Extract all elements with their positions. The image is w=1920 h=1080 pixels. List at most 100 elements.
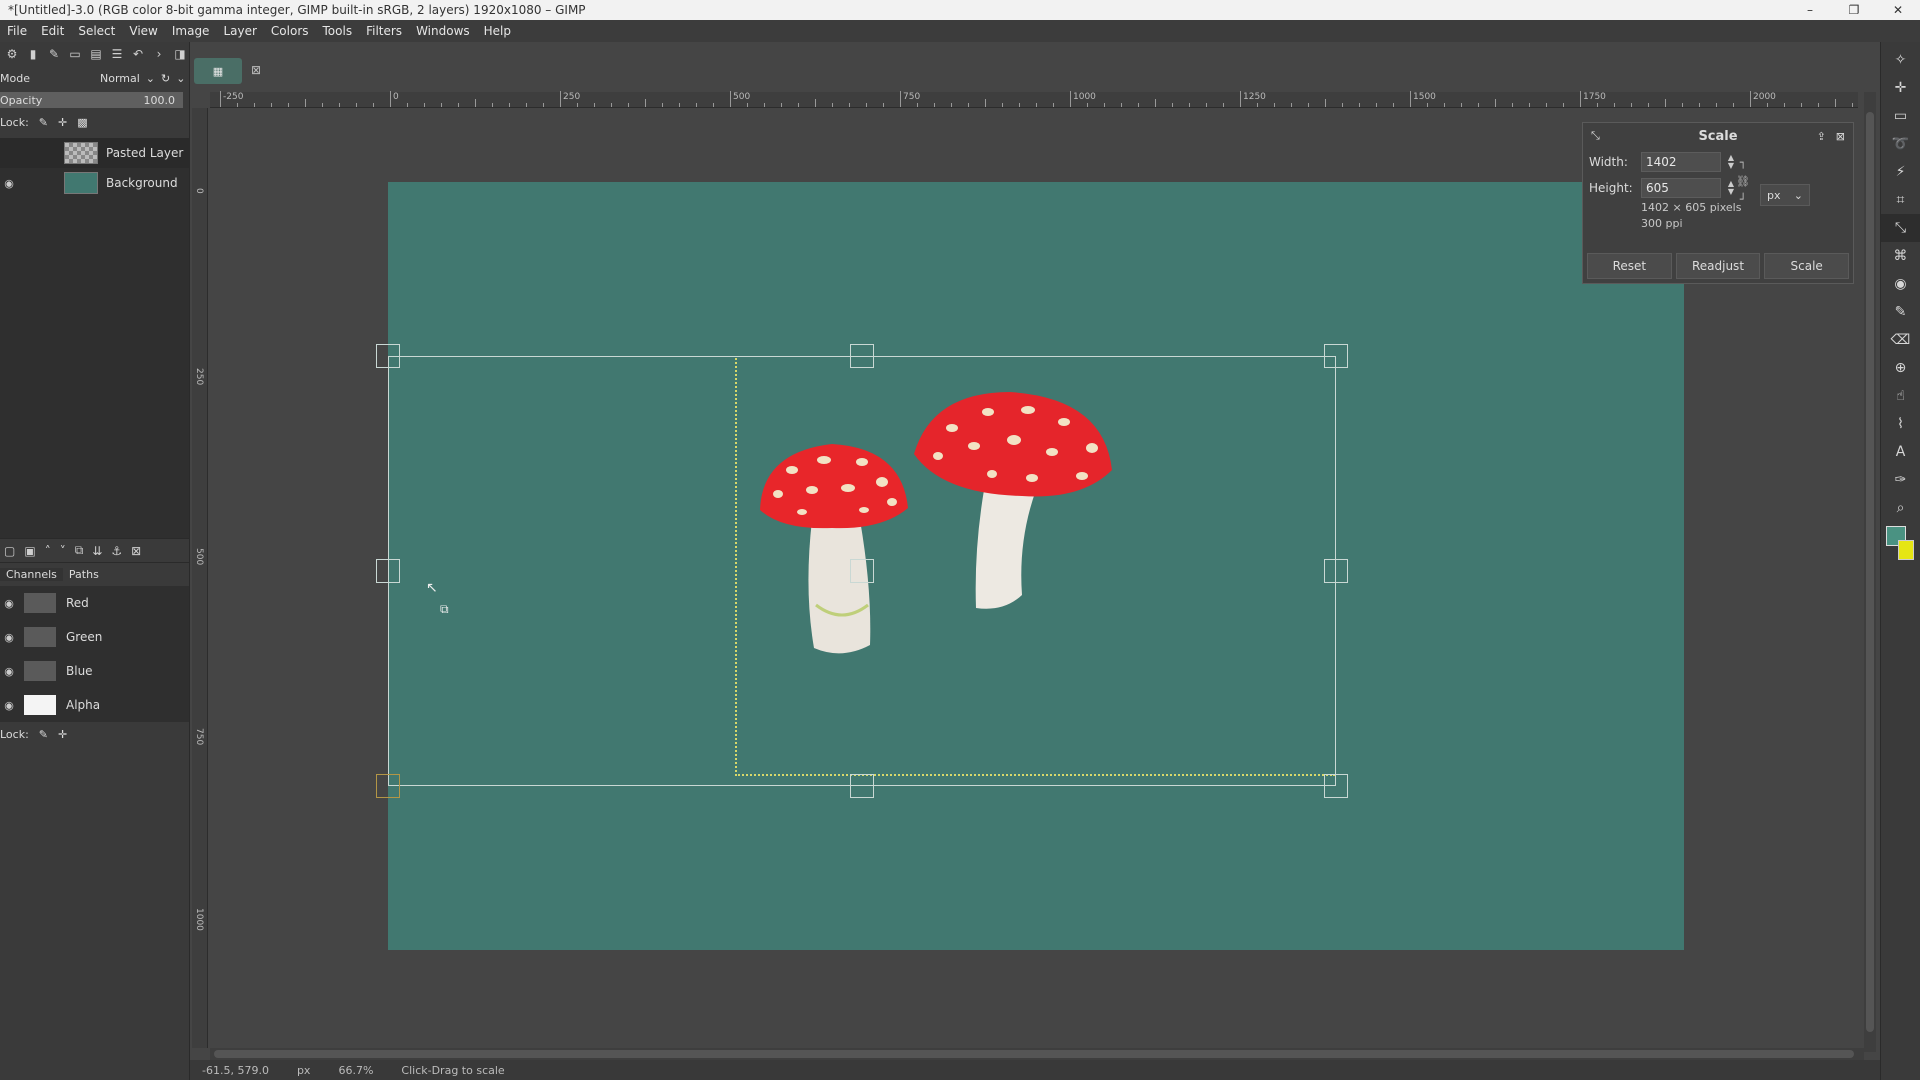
channel-item-blue[interactable]: ◉ Blue — [0, 654, 189, 688]
scale-button[interactable]: Scale — [1764, 253, 1850, 279]
clone-tool-icon[interactable]: ⊕ — [1881, 354, 1920, 382]
lock-position-icon[interactable]: ✛ — [58, 728, 67, 741]
menu-file[interactable]: File — [0, 24, 34, 38]
menu-windows[interactable]: Windows — [409, 24, 477, 38]
anchor-layer-icon[interactable]: ⚓ — [111, 544, 122, 558]
mode-select[interactable]: Normal ⌄ ↻ ⌄ — [100, 72, 185, 85]
lock-pixels-icon[interactable]: ✎ — [39, 116, 48, 129]
lower-layer-icon[interactable]: ˅ — [60, 544, 66, 558]
eye-icon[interactable]: ◉ — [0, 177, 18, 190]
rect-select-tool-icon[interactable]: ▭ — [1881, 102, 1920, 130]
bucket-fill-tool-icon[interactable]: ◉ — [1881, 270, 1920, 298]
gradient-icon[interactable]: ▤ — [88, 46, 104, 62]
ruler-horizontal[interactable]: -250 0 250 500 750 1000 1250 1500 1750 2000 — [210, 91, 1904, 108]
configure-icon[interactable]: ◨ — [172, 46, 188, 62]
crop-tool-icon[interactable]: ⌗ — [1881, 186, 1920, 214]
smudge-tool-icon[interactable]: ☝ — [1881, 382, 1920, 410]
eraser-tool-icon[interactable]: ⌫ — [1881, 326, 1920, 354]
chevron-right-icon[interactable]: › — [151, 46, 167, 62]
tab-paths[interactable]: Paths — [63, 568, 105, 581]
vertical-scrollbar[interactable] — [1864, 92, 1876, 1052]
zoom-tool-icon[interactable]: ⌕ — [1881, 494, 1920, 522]
undo-icon[interactable]: ↶ — [130, 46, 146, 62]
handle-top-center[interactable] — [850, 344, 874, 368]
vertical-scroll-thumb[interactable] — [1866, 112, 1874, 1032]
unit-select[interactable]: px ⌄ — [1760, 184, 1810, 206]
duplicate-layer-icon[interactable]: ⧉ — [75, 543, 84, 558]
minimize-button[interactable]: – — [1788, 0, 1832, 20]
zoom-level[interactable]: 66.7% — [338, 1064, 373, 1077]
channel-item-green[interactable]: ◉ Green — [0, 620, 189, 654]
layer-item-pasted[interactable]: Pasted Layer — [0, 138, 189, 168]
pattern-icon[interactable]: ▭ — [67, 46, 83, 62]
reset-button[interactable]: Reset — [1587, 253, 1672, 279]
new-layer-icon[interactable]: ▣ — [24, 544, 35, 558]
channel-item-red[interactable]: ◉ Red — [0, 586, 189, 620]
tool-options-icon[interactable]: ⚙ — [4, 46, 20, 62]
horizontal-scroll-thumb[interactable] — [214, 1050, 1854, 1058]
height-input[interactable]: 605 — [1641, 178, 1721, 198]
menu-tools[interactable]: Tools — [316, 24, 360, 38]
image-tab[interactable]: ▦ — [194, 58, 242, 84]
scale-tool-icon[interactable]: ⤡ — [1881, 214, 1920, 242]
eye-icon[interactable]: ◉ — [0, 631, 18, 644]
handle-center[interactable] — [850, 559, 874, 583]
close-icon[interactable]: ⊠ — [1836, 130, 1845, 143]
ruler-vertical[interactable]: 0 250 500 750 1000 — [192, 108, 208, 1048]
menu-select[interactable]: Select — [71, 24, 122, 38]
width-input[interactable]: 1402 — [1641, 152, 1721, 172]
menu-layer[interactable]: Layer — [216, 24, 263, 38]
handle-middle-right[interactable] — [1324, 559, 1348, 583]
move-tool-icon[interactable]: ✛ — [1881, 74, 1920, 102]
lock-position-icon[interactable]: ✛ — [58, 116, 67, 129]
eye-icon[interactable]: ◉ — [0, 597, 18, 610]
chevron-down-icon[interactable]: ⌄ — [176, 72, 185, 85]
color-picker-tool-icon[interactable]: ✑ — [1881, 466, 1920, 494]
menu-help[interactable]: Help — [477, 24, 518, 38]
image-tab-close-icon[interactable]: ⊠ — [248, 62, 264, 78]
menu-view[interactable]: View — [122, 24, 164, 38]
maximize-button[interactable]: ❐ — [1832, 0, 1876, 20]
readjust-button[interactable]: Readjust — [1675, 253, 1761, 279]
ruler-major-tick — [390, 91, 391, 107]
menu-colors[interactable]: Colors — [264, 24, 316, 38]
tab-channels[interactable]: Channels — [0, 568, 63, 581]
raise-layer-icon[interactable]: ˄ — [45, 544, 51, 558]
menu-edit[interactable]: Edit — [34, 24, 71, 38]
fuzzy-select-tool-icon[interactable]: ⚡ — [1881, 158, 1920, 186]
handle-top-right[interactable] — [1324, 344, 1348, 368]
text-tool-icon[interactable]: A — [1881, 438, 1920, 466]
reset-mode-icon[interactable]: ↻ — [161, 72, 170, 85]
chain-link-icon[interactable]: ┐ ⛓ ┘ — [1736, 156, 1750, 206]
handle-top-left[interactable] — [376, 344, 400, 368]
mouse-cursor-icon: ↖ — [426, 580, 438, 596]
merge-layer-icon[interactable]: ⇊ — [92, 544, 102, 558]
menu-filters[interactable]: Filters — [359, 24, 409, 38]
opacity-slider[interactable]: Opacity 100.0 — [0, 92, 183, 108]
list-icon[interactable]: ☰ — [109, 46, 125, 62]
brush-icon[interactable]: ✎ — [46, 46, 62, 62]
warp-tool-icon[interactable]: ⌘ — [1881, 242, 1920, 270]
handle-bottom-right[interactable] — [1324, 774, 1348, 798]
unit-menu[interactable]: px — [297, 1064, 311, 1077]
lock-alpha-icon[interactable]: ▩ — [77, 116, 87, 129]
horizontal-scrollbar[interactable] — [210, 1048, 1864, 1060]
lock-pixels-icon[interactable]: ✎ — [39, 728, 48, 741]
eye-icon[interactable]: ◉ — [0, 699, 18, 712]
menu-image[interactable]: Image — [165, 24, 217, 38]
handle-bottom-left[interactable] — [376, 774, 400, 798]
eye-icon[interactable]: ◉ — [0, 665, 18, 678]
close-button[interactable]: ✕ — [1876, 0, 1920, 20]
handle-middle-left[interactable] — [376, 559, 400, 583]
handle-bottom-center[interactable] — [850, 774, 874, 798]
layer-item-background[interactable]: ◉ Background — [0, 168, 189, 198]
background-color-swatch[interactable] — [1898, 540, 1914, 560]
layers-icon[interactable]: ▮ — [25, 46, 41, 62]
paths-tool-icon[interactable]: ⌇ — [1881, 410, 1920, 438]
channel-item-alpha[interactable]: ◉ Alpha — [0, 688, 189, 722]
paintbrush-tool-icon[interactable]: ✎ — [1881, 298, 1920, 326]
delete-layer-icon[interactable]: ⊠ — [131, 544, 141, 558]
new-layer-group-icon[interactable]: ▢ — [4, 544, 15, 558]
lasso-tool-icon[interactable]: ➰ — [1881, 130, 1920, 158]
detach-icon[interactable]: ⇪ — [1817, 130, 1826, 143]
